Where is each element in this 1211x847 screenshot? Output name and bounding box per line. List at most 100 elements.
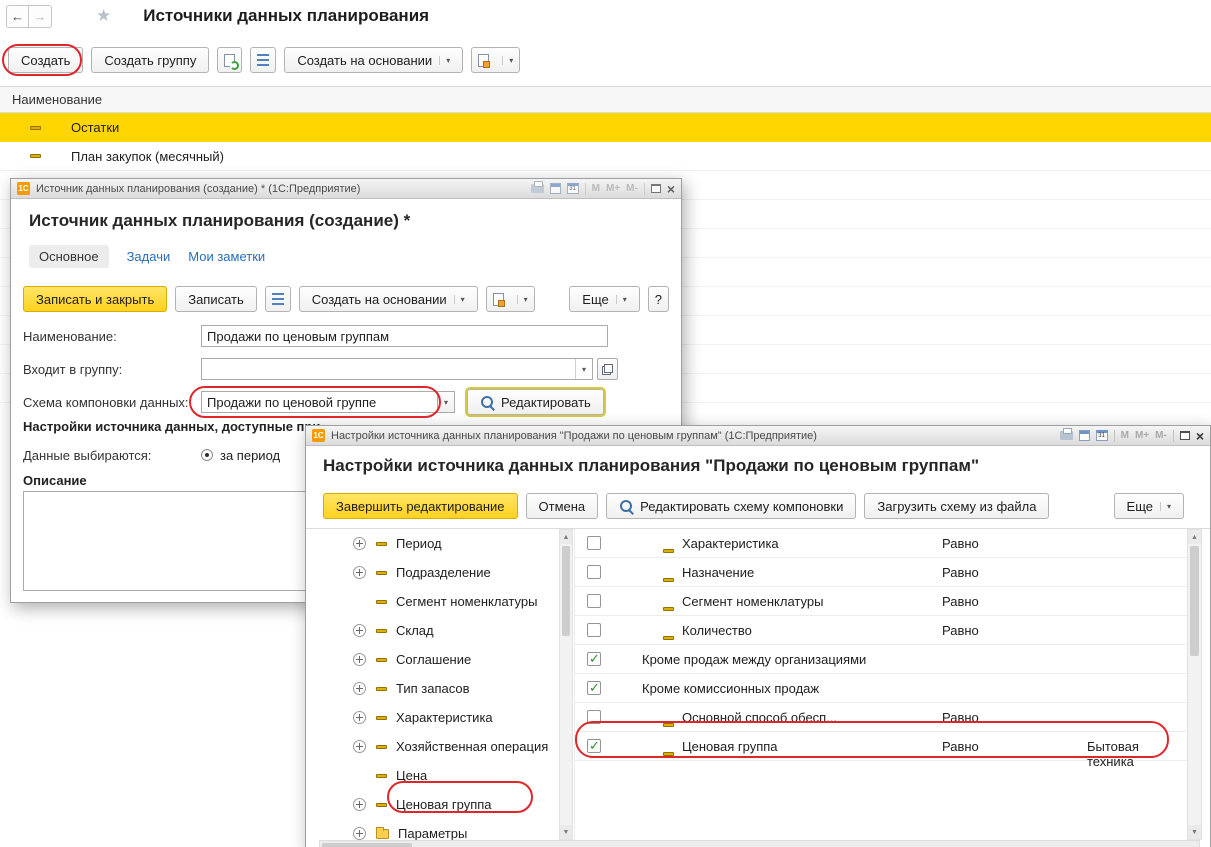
calendar-31-icon[interactable]: 31 [567, 183, 579, 194]
name-input[interactable] [201, 325, 608, 347]
scroll-up-icon[interactable]: ▲ [1188, 530, 1201, 544]
element-dash-icon [376, 658, 387, 662]
memory-m-button[interactable]: M [1121, 430, 1129, 441]
list-column-header[interactable]: Наименование [0, 86, 1211, 113]
favorite-star-icon[interactable]: ★ [96, 6, 111, 26]
memory-m-plus-button[interactable]: M+ [606, 183, 620, 194]
expand-icon[interactable] [353, 653, 366, 666]
tree-item-agreement[interactable]: Соглашение [319, 645, 559, 674]
expand-icon[interactable] [353, 798, 366, 811]
load-scheme-from-file-button[interactable]: Загрузить схему из файла [864, 493, 1049, 519]
condition-checkbox[interactable] [587, 710, 601, 724]
scheme-dropdown-button[interactable]: ▾ [437, 391, 455, 413]
chevron-down-icon[interactable]: ▾ [575, 359, 592, 379]
dialog2-titlebar[interactable]: 1С Настройки источника данных планирован… [306, 426, 1210, 446]
horizontal-scrollbar[interactable] [319, 840, 1200, 847]
create-based-on-dropdown[interactable]: Создать на основании ▾ [299, 286, 478, 312]
reports-dropdown[interactable]: ▾ [471, 47, 520, 73]
tree-item-department[interactable]: Подразделение [319, 558, 559, 587]
expand-icon[interactable] [353, 711, 366, 724]
condition-checkbox[interactable] [587, 652, 601, 666]
calendar-icon[interactable] [550, 183, 561, 194]
dialog1-titlebar[interactable]: 1С Источник данных планирования (создани… [11, 179, 681, 199]
list-output-button[interactable] [250, 47, 276, 73]
conditions-scrollbar[interactable]: ▲ ▼ [1187, 529, 1202, 840]
expand-icon[interactable] [353, 537, 366, 550]
expand-icon[interactable] [353, 827, 366, 840]
list-row[interactable]: План закупок (месячный) [0, 142, 1211, 171]
memory-m-button[interactable]: M [592, 183, 600, 194]
more-dropdown[interactable]: Еще ▾ [1114, 493, 1184, 519]
expand-icon[interactable] [353, 566, 366, 579]
expand-icon[interactable] [353, 682, 366, 695]
scrollbar-thumb[interactable] [562, 546, 570, 636]
scheme-input[interactable] [201, 391, 438, 413]
tree-item-price-group[interactable]: Ценовая группа [319, 790, 559, 819]
condition-row[interactable]: Сегмент номенклатуры Равно [575, 587, 1187, 616]
condition-checkbox[interactable] [587, 536, 601, 550]
tree-item-period[interactable]: Период [319, 529, 559, 558]
condition-checkbox[interactable] [587, 594, 601, 608]
condition-row[interactable]: Характеристика Равно [575, 529, 1187, 558]
tab-notes[interactable]: Мои заметки [188, 245, 265, 268]
list-row-selected[interactable]: Остатки [0, 113, 1211, 142]
save-and-close-button[interactable]: Записать и закрыть [23, 286, 167, 312]
scroll-down-icon[interactable]: ▼ [560, 825, 572, 839]
list-output-button[interactable] [265, 286, 291, 312]
condition-row[interactable]: Назначение Равно [575, 558, 1187, 587]
tab-main[interactable]: Основное [29, 245, 109, 268]
tab-tasks[interactable]: Задачи [127, 245, 171, 268]
tree-item-stock-type[interactable]: Тип запасов [319, 674, 559, 703]
maximize-icon[interactable] [1180, 431, 1190, 440]
cancel-button[interactable]: Отмена [526, 493, 599, 519]
create-based-on-dropdown[interactable]: Создать на основании ▾ [284, 47, 463, 73]
close-icon[interactable]: × [667, 182, 675, 196]
more-dropdown[interactable]: Еще ▾ [569, 286, 639, 312]
tree-item-business-operation[interactable]: Хозяйственная операция [319, 732, 559, 761]
back-button[interactable]: ← [6, 5, 29, 28]
scrollbar-thumb[interactable] [322, 843, 412, 847]
radio-period[interactable] [201, 449, 213, 461]
calendar-31-icon[interactable]: 31 [1096, 430, 1108, 441]
condition-row[interactable]: Кроме продаж между организациями [575, 645, 1187, 674]
tree-item-characteristic[interactable]: Характеристика [319, 703, 559, 732]
create-button[interactable]: Создать [8, 47, 83, 73]
scrollbar-thumb[interactable] [1190, 546, 1199, 656]
scroll-up-icon[interactable]: ▲ [560, 530, 572, 544]
expand-icon[interactable] [353, 624, 366, 637]
condition-checkbox[interactable] [587, 623, 601, 637]
condition-checkbox[interactable] [587, 565, 601, 579]
condition-checkbox[interactable] [587, 681, 601, 695]
print-icon[interactable] [1060, 431, 1073, 440]
memory-m-plus-button[interactable]: M+ [1135, 430, 1149, 441]
calendar-icon[interactable] [1079, 430, 1090, 441]
condition-checkbox[interactable] [587, 739, 601, 753]
condition-row[interactable]: Основной способ обесп... Равно [575, 703, 1187, 732]
condition-row-price-group[interactable]: Ценовая группа Равно Бытовая техника [575, 732, 1187, 761]
tree-item-price[interactable]: Цена [319, 761, 559, 790]
memory-m-minus-button[interactable]: M- [626, 183, 638, 194]
edit-scheme-button[interactable]: Редактировать [467, 389, 604, 415]
create-group-button[interactable]: Создать группу [91, 47, 209, 73]
memory-m-minus-button[interactable]: M- [1155, 430, 1167, 441]
help-button[interactable]: ? [648, 286, 669, 312]
condition-row[interactable]: Кроме комиссионных продаж [575, 674, 1187, 703]
finish-editing-button[interactable]: Завершить редактирование [323, 493, 518, 519]
maximize-icon[interactable] [651, 184, 661, 193]
copy-document-button[interactable] [217, 47, 242, 73]
expand-icon[interactable] [353, 740, 366, 753]
reports-dropdown[interactable]: ▾ [486, 286, 535, 312]
condition-label: Сегмент номенклатуры [682, 594, 823, 609]
tree-item-warehouse[interactable]: Склад [319, 616, 559, 645]
save-button[interactable]: Записать [175, 286, 257, 312]
tree-item-segment[interactable]: Сегмент номенклатуры [319, 587, 559, 616]
scroll-down-icon[interactable]: ▼ [1188, 825, 1201, 839]
forward-button[interactable]: → [29, 5, 52, 28]
condition-row[interactable]: Количество Равно [575, 616, 1187, 645]
print-icon[interactable] [531, 184, 544, 193]
edit-composition-scheme-button[interactable]: Редактировать схему компоновки [606, 493, 856, 519]
group-combobox[interactable]: ▾ [201, 358, 593, 380]
tree-scrollbar[interactable]: ▲ ▼ [559, 529, 573, 840]
close-icon[interactable]: × [1196, 429, 1204, 443]
open-link-button[interactable] [597, 358, 618, 380]
